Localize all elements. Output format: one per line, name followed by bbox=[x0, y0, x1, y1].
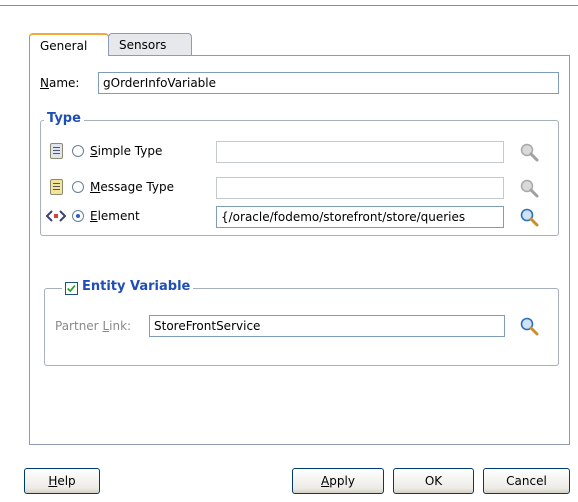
element-icon bbox=[46, 210, 66, 222]
tab-sensors[interactable]: Sensors bbox=[108, 33, 192, 55]
element-search-icon[interactable] bbox=[518, 206, 540, 228]
entity-variable-checkbox[interactable] bbox=[65, 282, 78, 295]
tab-general-label: General bbox=[40, 39, 88, 53]
type-legend: Type bbox=[44, 111, 84, 126]
help-button[interactable]: Help bbox=[24, 468, 100, 494]
element-label[interactable]: Element bbox=[90, 209, 140, 223]
cancel-button[interactable]: Cancel bbox=[483, 468, 570, 494]
checkmark-icon bbox=[67, 284, 76, 293]
message-type-radio[interactable] bbox=[72, 181, 84, 193]
ok-button[interactable]: OK bbox=[393, 468, 474, 494]
message-type-field bbox=[216, 177, 504, 199]
partner-link-field[interactable]: StoreFrontService bbox=[149, 315, 505, 337]
message-type-icon bbox=[50, 179, 63, 195]
message-type-search-icon bbox=[520, 179, 539, 198]
apply-button[interactable]: Apply bbox=[292, 468, 384, 494]
simple-type-icon bbox=[50, 143, 63, 159]
partner-link-label: Partner Link: bbox=[55, 319, 132, 333]
entity-variable-legend: Entity Variable bbox=[62, 279, 194, 294]
simple-type-radio[interactable] bbox=[72, 145, 84, 157]
name-input[interactable]: gOrderInfoVariable bbox=[98, 72, 559, 94]
tab-sensors-label: Sensors bbox=[119, 38, 167, 52]
simple-type-field bbox=[216, 141, 504, 163]
simple-type-search-icon bbox=[520, 143, 539, 162]
name-label: Name: bbox=[40, 76, 80, 90]
simple-type-label[interactable]: Simple Type bbox=[90, 144, 162, 158]
partner-link-search-icon[interactable] bbox=[518, 315, 540, 337]
tab-general[interactable]: General bbox=[29, 33, 109, 56]
dialog-top-border bbox=[0, 5, 578, 6]
element-field[interactable]: {/oracle/fodemo/storefront/store/queries bbox=[216, 206, 504, 228]
element-radio[interactable] bbox=[72, 210, 84, 222]
general-panel: Name: gOrderInfoVariable Type Simple Typ… bbox=[29, 55, 570, 445]
message-type-label[interactable]: Message Type bbox=[90, 180, 174, 194]
